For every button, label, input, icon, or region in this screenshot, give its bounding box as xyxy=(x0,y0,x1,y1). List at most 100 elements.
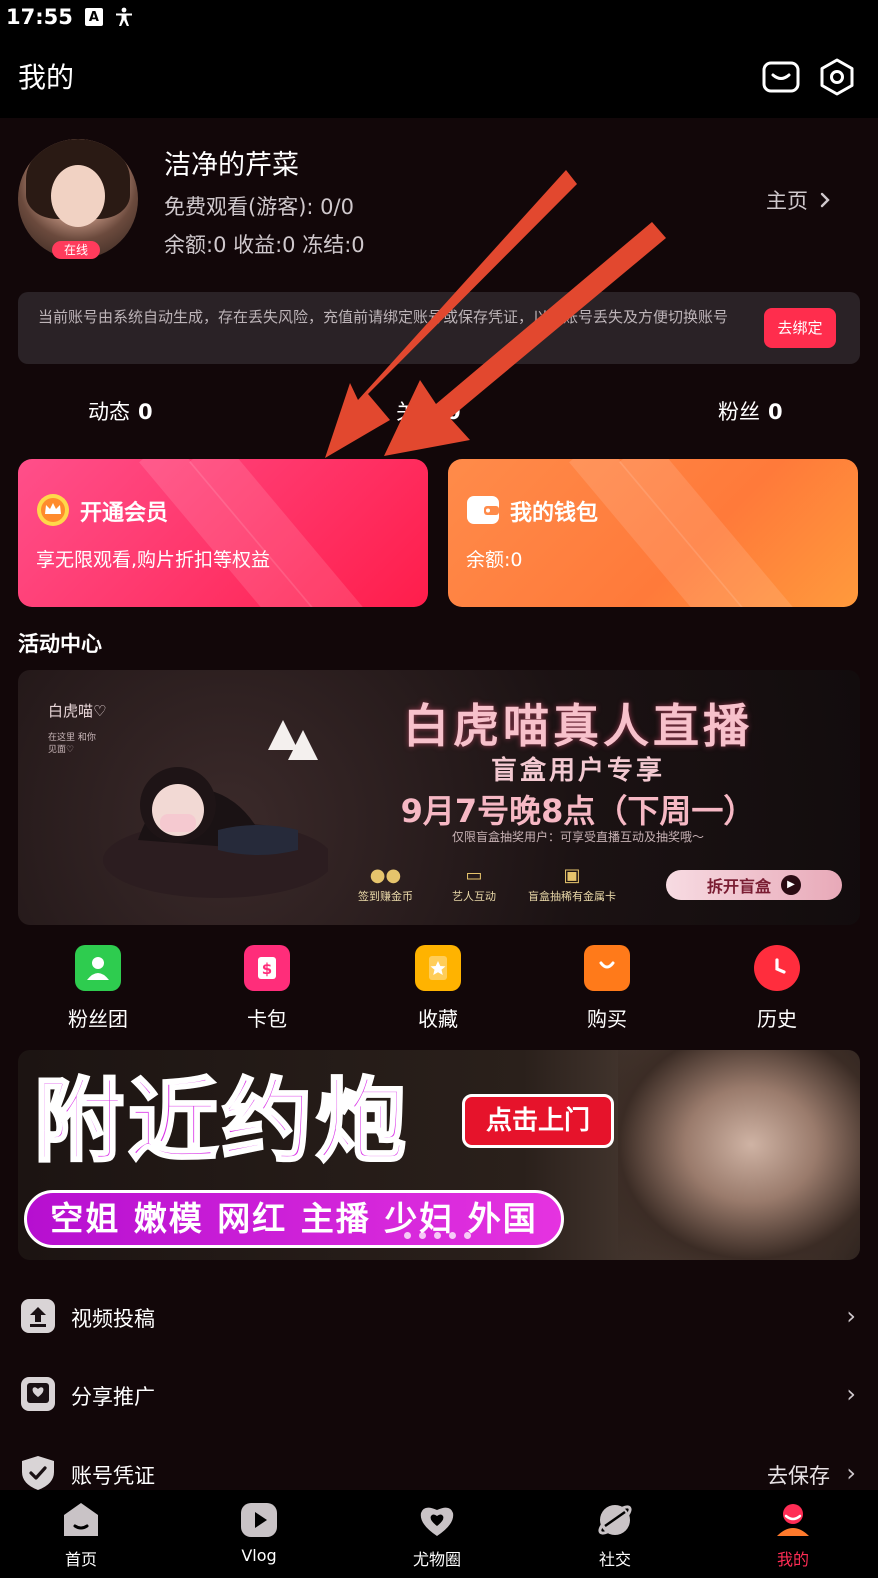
a-box-icon: A xyxy=(84,8,103,26)
stat-value: 0 xyxy=(446,400,461,424)
stat-fans[interactable]: 粉丝 0 xyxy=(718,396,783,426)
tab-label: 社交 xyxy=(598,1550,631,1569)
card-wallet-icon: $ xyxy=(244,945,290,991)
menu-label: 分享推广 xyxy=(71,1385,155,1409)
carousel-dots xyxy=(404,1232,471,1239)
status-time: 17:55 xyxy=(6,5,73,29)
chevron-right-icon: › xyxy=(846,1380,856,1408)
save-credential-link[interactable]: 去保存 xyxy=(767,1460,830,1490)
balance-summary: 余额:0 收益:0 冻结:0 xyxy=(164,233,365,257)
stat-value: 0 xyxy=(768,400,783,424)
tab-label: 我的 xyxy=(776,1550,809,1569)
chevron-right-icon: › xyxy=(846,1302,856,1330)
stat-following[interactable]: 关注 0 xyxy=(396,396,461,426)
open-blind-box-label: 拆开盲盒 xyxy=(706,877,771,896)
banner-feature-coins: ●● 签到赚金币 xyxy=(358,865,413,903)
bind-account-button[interactable]: 去绑定 xyxy=(764,308,836,348)
activity-center-title: 活动中心 xyxy=(18,632,102,656)
tab-label: 首页 xyxy=(64,1550,97,1569)
wallet-card[interactable]: 我的钱包 余额:0 xyxy=(448,459,858,607)
notice-text: 当前账号由系统自动生成，存在丢失风险，充值前请绑定账号或保存凭证，以防账号丢失及… xyxy=(38,308,729,326)
gift-icon: ▣ xyxy=(563,865,581,886)
tab-vlog[interactable]: Vlog xyxy=(204,1496,314,1565)
upload-icon xyxy=(21,1299,55,1333)
ad-strip: 空姐 嫩模 网红 主播 少妇 外国 xyxy=(24,1190,564,1248)
stat-label: 关注 xyxy=(396,400,438,424)
tab-label: 尤物圈 xyxy=(412,1550,461,1569)
tab-social[interactable]: 社交 xyxy=(560,1496,670,1570)
menu-video-upload[interactable]: 视频投稿 › xyxy=(0,1286,878,1346)
tab-mine[interactable]: 我的 xyxy=(738,1496,848,1570)
banner-feature-interact: ▭ 艺人互动 xyxy=(452,865,496,903)
banner-note: 仅限盲盒抽奖用户：可享受直播互动及抽奖哦～ xyxy=(451,830,704,844)
favorite-icon xyxy=(415,945,461,991)
quick-menu-label: 卡包 xyxy=(247,1007,287,1031)
quick-menu-fan-club[interactable]: 粉丝团 xyxy=(43,945,153,1032)
crown-icon xyxy=(37,494,69,526)
profile-section: 在线 洁净的芹菜 免费观看(游客): 0/0 余额:0 收益:0 冻结:0 主页 xyxy=(18,139,860,259)
ad-headline: 附近约炮 xyxy=(33,1069,410,1174)
menu-label: 账号凭证 xyxy=(71,1464,155,1488)
event-banner[interactable]: 白虎喵♡ 在这里 和你见面♡ 白虎喵真人直播 盲盒用户专享 9月7号晚8点（下周… xyxy=(18,670,860,925)
ad-cta-button[interactable]: 点击上门 xyxy=(462,1094,614,1148)
ad-banner[interactable]: 附近约炮 点击上门 空姐 嫩模 网红 主播 少妇 外国 xyxy=(18,1050,860,1260)
svg-text:$: $ xyxy=(262,960,272,978)
wallet-card-title: 我的钱包 xyxy=(510,501,599,526)
history-icon xyxy=(754,945,800,991)
nickname: 洁净的芹菜 xyxy=(164,150,299,181)
message-icon xyxy=(762,61,800,93)
open-blind-box-button[interactable]: 拆开盲盒 ▶ xyxy=(666,870,842,900)
settings-button[interactable] xyxy=(818,58,856,96)
quick-menu-label: 历史 xyxy=(757,1007,797,1031)
chat-bubble-icon: ▭ xyxy=(465,865,483,886)
homepage-link[interactable]: 主页 xyxy=(766,185,830,215)
tab-home[interactable]: 首页 xyxy=(26,1496,136,1570)
home-icon xyxy=(64,1503,98,1536)
fan-club-icon xyxy=(75,945,121,991)
coin-icon: ●● xyxy=(369,865,402,886)
menu-label: 视频投稿 xyxy=(71,1307,155,1331)
accessibility-icon xyxy=(115,7,133,26)
menu-share-promote[interactable]: 分享推广 › xyxy=(0,1364,878,1424)
page-title: 我的 xyxy=(18,61,75,94)
vip-card-subtitle: 享无限观看,购片折扣等权益 xyxy=(36,549,271,571)
banner-photo xyxy=(103,720,328,898)
stat-value: 0 xyxy=(138,400,153,424)
app-header: 我的 xyxy=(0,34,878,118)
banner-title: 白虎喵真人直播 xyxy=(403,699,753,753)
wallet-card-subtitle: 余额:0 xyxy=(466,549,523,571)
stat-label: 粉丝 xyxy=(718,400,760,424)
profile-icon xyxy=(777,1504,809,1536)
homepage-label: 主页 xyxy=(766,189,808,213)
quick-menu-favorites[interactable]: 收藏 xyxy=(383,945,493,1032)
quick-menu-card-wallet[interactable]: $ 卡包 xyxy=(212,945,322,1032)
vip-card-title: 开通会员 xyxy=(80,501,169,526)
purchase-icon xyxy=(584,945,630,991)
status-bar: 17:55 A xyxy=(0,0,878,34)
tab-community[interactable]: 尤物圈 xyxy=(382,1496,492,1570)
chevron-right-icon: › xyxy=(846,1459,856,1487)
online-badge: 在线 xyxy=(52,241,100,259)
quick-menu-label: 粉丝团 xyxy=(68,1007,128,1031)
banner-subtitle: 盲盒用户专享 xyxy=(490,756,665,786)
chevron-right-icon xyxy=(820,192,830,208)
vip-card[interactable]: 开通会员 享无限观看,购片折扣等权益 xyxy=(18,459,428,607)
free-watch-count: 免费观看(游客): 0/0 xyxy=(164,195,354,219)
quick-menu-history[interactable]: 历史 xyxy=(722,945,832,1032)
message-button[interactable] xyxy=(762,58,800,96)
stat-label: 动态 xyxy=(88,400,130,424)
banner-corner-text: 白虎喵♡ xyxy=(48,702,107,720)
share-icon xyxy=(21,1377,55,1411)
account-notice: 当前账号由系统自动生成，存在丢失风险，充值前请绑定账号或保存凭证，以防账号丢失及… xyxy=(18,292,860,364)
ad-photo xyxy=(618,1050,860,1260)
stats-row: 动态 0 关注 0 粉丝 0 xyxy=(0,396,878,436)
stat-posts[interactable]: 动态 0 xyxy=(88,396,153,426)
settings-icon xyxy=(820,58,854,96)
quick-menu-purchase[interactable]: 购买 xyxy=(552,945,662,1032)
tab-label: Vlog xyxy=(241,1546,277,1565)
quick-menu: 粉丝团 $ 卡包 收藏 购买 历史 xyxy=(0,945,878,1045)
heart-chat-icon xyxy=(420,1507,454,1536)
planet-icon xyxy=(598,1505,632,1535)
play-icon xyxy=(241,1503,277,1537)
quick-menu-label: 收藏 xyxy=(418,1007,458,1031)
